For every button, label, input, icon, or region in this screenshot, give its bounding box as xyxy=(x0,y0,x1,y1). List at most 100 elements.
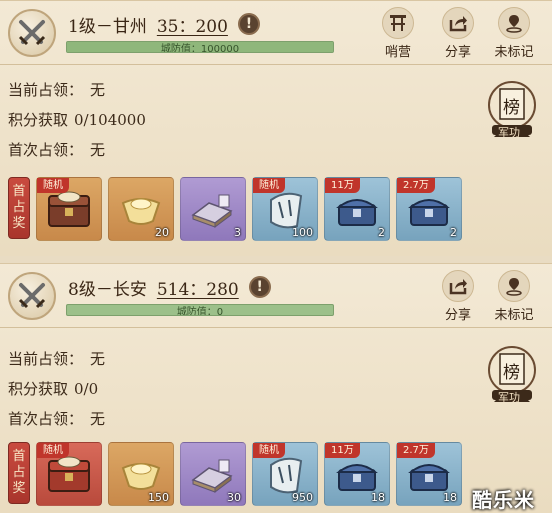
rank-badge-bottom: 军功 xyxy=(498,126,520,139)
first-reward-badge: 首 占 奖 xyxy=(8,442,30,504)
reward-item[interactable]: 20 xyxy=(108,177,174,241)
reward-tag: 2.7万 xyxy=(397,178,435,193)
mark-button[interactable]: 未标记 xyxy=(490,7,538,63)
gold-ingot-icon xyxy=(121,198,161,225)
ore-pile-icon xyxy=(191,194,233,228)
outpost-button[interactable]: 哨营 xyxy=(374,7,422,63)
share-label: 分享 xyxy=(444,45,471,60)
reward-item[interactable]: 30 xyxy=(180,442,246,506)
info-value: 0/0 xyxy=(74,380,99,398)
reward-tag: 2.7万 xyxy=(397,443,435,458)
reward-count: 2 xyxy=(378,226,385,239)
reward-tag: 随机 xyxy=(37,443,69,458)
info-icon[interactable]: ! xyxy=(237,13,260,35)
mark-label: 未标记 xyxy=(494,308,534,323)
info-value: 无 xyxy=(90,350,106,368)
reward-tag: 11万 xyxy=(325,443,360,458)
reward-tag: 随机 xyxy=(253,178,285,193)
badge-char: 占 xyxy=(12,200,26,215)
map-pin-icon xyxy=(498,270,530,302)
reward-item[interactable]: 11万 18 xyxy=(324,442,390,506)
reward-count: 3 xyxy=(234,226,241,239)
info-label: 当前占领： xyxy=(8,350,84,368)
defense-bar: 城防值：100000 xyxy=(66,41,334,53)
first-occupation-rewards: 首 占 奖 随机 20 3 随机 100 11万 2 2.7万 2 xyxy=(8,177,462,241)
current-occupant-row: 当前占领： 无 xyxy=(8,344,105,374)
map-pin-icon xyxy=(498,7,530,39)
badge-char: 首 xyxy=(12,449,26,464)
reward-tag: 随机 xyxy=(253,443,285,458)
blue-chest-icon xyxy=(336,199,378,226)
share-button[interactable]: 分享 xyxy=(434,7,482,63)
city-header: 8级－长安 514：280 ! 城防值：0 分享 未标记 xyxy=(0,264,552,328)
first-reward-badge: 首 占 奖 xyxy=(8,177,30,239)
merit-ranking-button[interactable]: 榜 军功 xyxy=(486,79,538,139)
reward-count: 18 xyxy=(443,491,457,504)
rank-badge-bottom: 军功 xyxy=(498,391,520,404)
first-occupant-row: 首次占领： 无 xyxy=(8,404,105,434)
info-label: 当前占领： xyxy=(8,81,84,99)
info-label: 积分获取 xyxy=(8,111,69,129)
occupation-info: 当前占领： 无 积分获取 0/104000 首次占领： 无 xyxy=(8,75,146,165)
rank-badge-top: 榜 xyxy=(503,363,520,383)
reward-item[interactable]: 随机 xyxy=(36,177,102,241)
troop-ratio-link[interactable]: 35：200 xyxy=(157,12,228,37)
reward-item[interactable]: 11万 2 xyxy=(324,177,390,241)
rank-badge-top: 榜 xyxy=(503,98,520,118)
mark-button[interactable]: 未标记 xyxy=(490,270,538,326)
reward-tag: 随机 xyxy=(37,178,69,193)
badge-char: 奖 xyxy=(12,481,26,496)
reward-item[interactable]: 2.7万 2 xyxy=(396,177,462,241)
reward-count: 18 xyxy=(371,491,385,504)
defense-bar: 城防值：0 xyxy=(66,304,334,316)
ore-pile-icon xyxy=(191,459,233,493)
mark-label: 未标记 xyxy=(494,45,534,60)
outpost-icon xyxy=(382,7,414,39)
reward-count: 950 xyxy=(292,491,313,504)
city-name: 8级－长安 xyxy=(68,279,147,300)
chest-icon xyxy=(48,191,90,227)
badge-char: 奖 xyxy=(12,216,26,231)
merit-ranking-button[interactable]: 榜 军功 xyxy=(486,344,538,404)
share-label: 分享 xyxy=(444,308,471,323)
blue-chest-icon xyxy=(408,464,450,491)
info-value: 无 xyxy=(90,141,106,159)
reward-item[interactable]: 3 xyxy=(180,177,246,241)
reward-count: 150 xyxy=(148,491,169,504)
reward-item[interactable]: 2.7万 18 xyxy=(396,442,462,506)
first-occupation-rewards: 首 占 奖 随机 150 30 随机 950 11万 18 2.7万 18 xyxy=(8,442,462,506)
badge-char: 首 xyxy=(12,184,26,199)
points-row: 积分获取 0/0 xyxy=(8,374,105,404)
info-value: 无 xyxy=(90,410,106,428)
reward-item[interactable]: 随机 xyxy=(36,442,102,506)
reward-count: 20 xyxy=(155,226,169,239)
info-value: 0/104000 xyxy=(74,111,146,129)
troop-ratio-link[interactable]: 514：280 xyxy=(157,275,239,300)
info-value: 无 xyxy=(90,81,106,99)
reward-count: 100 xyxy=(292,226,313,239)
badge-char: 占 xyxy=(12,465,26,480)
share-icon xyxy=(442,7,474,39)
reward-count: 30 xyxy=(227,491,241,504)
info-label: 积分获取 xyxy=(8,380,69,398)
chest-icon xyxy=(48,456,90,492)
info-label: 首次占领： xyxy=(8,410,84,428)
reward-item[interactable]: 随机 950 xyxy=(252,442,318,506)
blue-chest-icon xyxy=(408,199,450,226)
info-label: 首次占领： xyxy=(8,141,84,159)
site-watermark: 酷乐米 xyxy=(472,488,535,512)
crossed-swords-icon xyxy=(8,272,56,320)
info-icon[interactable]: ! xyxy=(248,276,271,298)
blue-chest-icon xyxy=(336,464,378,491)
gold-ingot-icon xyxy=(121,463,161,490)
first-occupant-row: 首次占领： 无 xyxy=(8,135,146,165)
share-button[interactable]: 分享 xyxy=(434,270,482,326)
outpost-label: 哨营 xyxy=(384,45,411,60)
defense-value: 城防值：100000 xyxy=(160,43,240,53)
city-panel-ganzhou: 1级－甘州 35：200 ! 城防值：100000 哨营 分享 未标记 当前占领… xyxy=(0,0,552,256)
reward-item[interactable]: 随机 100 xyxy=(252,177,318,241)
reward-item[interactable]: 150 xyxy=(108,442,174,506)
occupation-info: 当前占领： 无 积分获取 0/0 首次占领： 无 xyxy=(8,344,105,434)
city-header: 1级－甘州 35：200 ! 城防值：100000 哨营 分享 未标记 xyxy=(0,1,552,65)
share-icon xyxy=(442,270,474,302)
